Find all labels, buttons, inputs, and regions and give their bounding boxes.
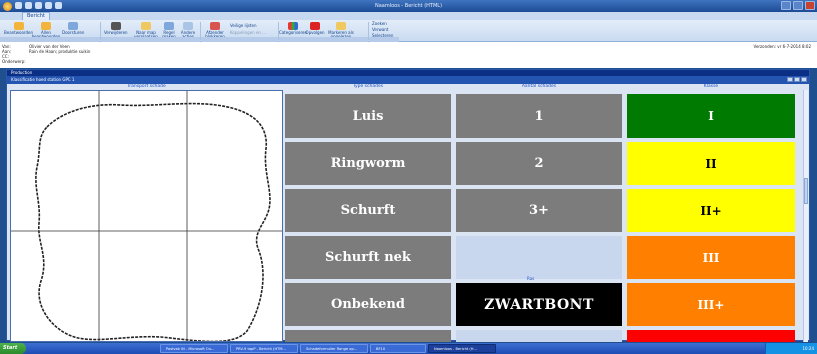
minimize-button[interactable] — [781, 1, 791, 10]
class-button[interactable]: III — [627, 236, 795, 279]
damage-type-button[interactable]: Onbekend — [285, 283, 451, 326]
related-button[interactable]: Verwant — [372, 27, 388, 32]
station-title: Klassificatie hoed station GPC 1 — [7, 76, 809, 84]
find-button[interactable]: Zoeken — [372, 21, 387, 26]
breed-value-button[interactable]: ZWARTBONT — [456, 283, 622, 326]
close-button[interactable] — [805, 1, 815, 10]
damage-count-empty-cell — [456, 236, 622, 279]
minimize-button[interactable] — [787, 77, 793, 82]
follow-up-button[interactable]: Opvolgen — [305, 22, 325, 35]
block-sender-icon — [210, 22, 220, 30]
delete-icon — [110, 22, 121, 30]
reply-icon — [13, 22, 24, 30]
hide-diagram-panel[interactable] — [10, 90, 283, 342]
delete-button[interactable]: Verwijderen — [104, 22, 128, 35]
damage-type-button[interactable] — [285, 330, 451, 342]
taskbar-item[interactable]: Schadeformulier Range op... — [300, 344, 368, 353]
links-button[interactable]: Koppelingen en ... — [230, 30, 266, 35]
damage-count-button[interactable]: 1 — [456, 94, 622, 138]
safe-lists-button[interactable]: Veilige lijsten — [230, 23, 256, 28]
class-header: Klasse — [703, 84, 719, 89]
subject-row: Onderwerp: — [2, 59, 26, 64]
restore-button[interactable] — [794, 77, 800, 82]
clock[interactable]: 10:24 — [802, 346, 814, 351]
damage-type-button[interactable]: Schurft nek — [285, 236, 451, 279]
taskbar-item-active[interactable]: Naamloos - Bericht (H... — [428, 344, 496, 353]
subject-label: Onderwerp: — [2, 59, 26, 64]
class-button[interactable] — [627, 330, 795, 342]
damage-count-button[interactable]: 3+ — [456, 189, 622, 232]
folder-icon — [141, 22, 151, 30]
message-header: Van: Olivier van der Veen Aan: Rain de H… — [0, 42, 817, 68]
categorize-icon — [288, 22, 298, 30]
reply-button[interactable]: Beantwoorden — [4, 22, 33, 35]
class-button[interactable]: II+ — [627, 189, 795, 232]
taskbar: Start Postvak IN - Microsoft Ou... PRV-9… — [0, 343, 817, 354]
damage-type-button[interactable]: Ringworm — [285, 142, 451, 185]
hide-outline-icon — [35, 102, 271, 341]
sent-info: Verzonden: vr 6-7-2014 8:02 — [754, 44, 811, 49]
to-value[interactable]: Rain de Haan; produktie suikin — [29, 49, 90, 54]
ribbon: Beantwoorden Allen beantwoorden Doorstur… — [0, 20, 817, 42]
class-button[interactable]: I — [627, 94, 795, 138]
sent-label: Verzonden: — [753, 44, 777, 49]
window-title: Naamloos - Bericht (HTML) — [374, 3, 443, 9]
damage-count-empty-cell — [456, 330, 622, 342]
tab-bericht[interactable]: Bericht — [22, 12, 50, 20]
class-button[interactable]: III+ — [627, 283, 795, 326]
sent-value: vr 6-7-2014 8:02 — [777, 44, 811, 49]
production-window: Production Klassificatie hoed station GP… — [6, 69, 810, 342]
maximize-button[interactable] — [793, 1, 803, 10]
rule-icon — [164, 22, 174, 30]
hide-grid-lines — [11, 91, 282, 341]
scrollbar-thumb[interactable] — [804, 178, 808, 204]
damage-type-button[interactable]: Schurft — [285, 189, 451, 232]
damage-type-button[interactable]: Luis — [285, 94, 451, 138]
taskbar-item[interactable]: BF10 — [370, 344, 426, 353]
envelope-icon — [336, 22, 346, 30]
categorize-button[interactable]: Categoriseren — [279, 22, 307, 35]
flag-icon — [310, 22, 320, 30]
window-controls — [781, 1, 815, 10]
taskbar-item[interactable]: PRV-9 tapP - Bericht (HTM... — [230, 344, 298, 353]
reply-all-icon — [41, 22, 51, 30]
close-button[interactable] — [801, 77, 807, 82]
window-title-bar: Naamloos - Bericht (HTML) — [0, 0, 817, 12]
forward-button[interactable]: Doorsturen — [62, 22, 84, 35]
start-button[interactable]: Start — [0, 343, 26, 354]
system-tray: 10:24 — [765, 343, 817, 354]
damage-type-header: Type schades — [352, 84, 384, 89]
breed-label: Ras — [527, 276, 535, 281]
forward-icon — [68, 22, 79, 30]
ribbon-tab-row: Bericht — [0, 12, 817, 20]
damage-count-header: Aantal schades — [521, 84, 557, 89]
damage-count-button[interactable]: 2 — [456, 142, 622, 185]
production-window-controls — [787, 77, 807, 82]
vertical-scrollbar[interactable] — [803, 90, 808, 342]
class-button[interactable]: II — [627, 142, 795, 185]
other-actions-icon — [183, 22, 193, 30]
taskbar-item[interactable]: Postvak IN - Microsoft Ou... — [160, 344, 228, 353]
hide-outline-drawing — [11, 91, 282, 341]
